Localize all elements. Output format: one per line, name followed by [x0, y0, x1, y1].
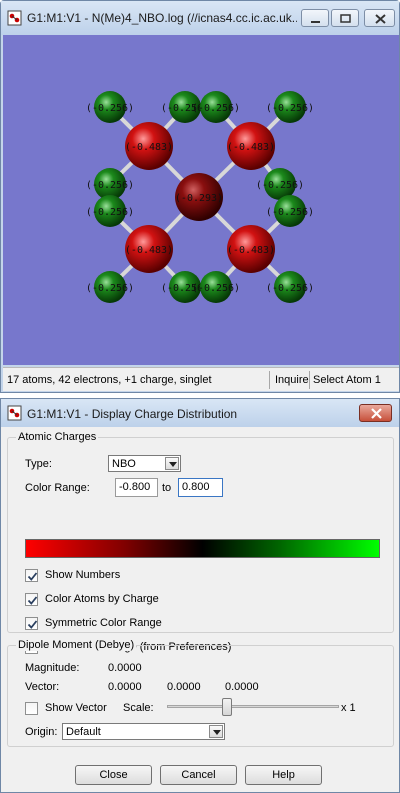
origin-label: Origin: — [25, 726, 58, 738]
color-range-gradient-bar — [25, 539, 380, 558]
checkmark-icon — [27, 596, 38, 605]
atom-charge-label: (-0.256) — [266, 103, 314, 114]
atom-c[interactable]: (-0.256) — [266, 271, 314, 303]
atom-charge-label: (-0.256) — [192, 283, 240, 294]
atom-c[interactable]: (-0.256) — [86, 195, 134, 227]
atom-c[interactable]: (-0.256) — [86, 271, 134, 303]
atom-h[interactable]: (-0.483) — [227, 225, 275, 273]
close-button[interactable]: Close — [75, 765, 152, 785]
atom-c[interactable]: (-0.256) — [192, 271, 240, 303]
charge-distribution-dialog: G1:M1:V1 - Display Charge Distribution A… — [0, 398, 400, 793]
color-range-label: Color Range: — [25, 482, 90, 494]
select-mode-indicator: Select Atom 1 — [313, 374, 381, 386]
atom-charge-label: (-0.256) — [86, 283, 134, 294]
atom-charge-label: (-0.256) — [86, 103, 134, 114]
scale-slider-track[interactable] — [167, 705, 339, 708]
atom-h[interactable]: (-0.483) — [125, 225, 173, 273]
atom-charge-label: (-0.293) — [175, 193, 223, 204]
show-numbers-label[interactable]: Show Numbers — [45, 569, 120, 581]
vector-label: Vector: — [25, 681, 60, 693]
minimize-button[interactable] — [301, 9, 329, 27]
dropdown-arrow[interactable] — [165, 457, 179, 470]
gaussview-app-icon — [7, 10, 23, 26]
vector-x-value: 0.0000 — [108, 681, 142, 693]
atom-charge-label: (-0.483) — [227, 142, 275, 153]
scale-value: x 1 — [341, 702, 356, 714]
molecule-summary: 17 atoms, 42 electrons, +1 charge, singl… — [7, 374, 212, 386]
checkmark-icon — [27, 620, 38, 629]
dialog-title: G1:M1:V1 - Display Charge Distribution — [27, 407, 238, 421]
dipole-moment-title: Dipole Moment (Debye) — [16, 639, 137, 651]
maximize-icon — [340, 14, 351, 23]
dipole-moment-group: Dipole Moment (Debye) Magnitude: 0.0000 … — [7, 639, 394, 747]
molecule-canvas[interactable]: (-0.256) (-0.256) (-0.256) (-0.256) (-0.256)… — [3, 35, 399, 365]
molecule-view[interactable]: (-0.256) (-0.256) (-0.256) (-0.256) (-0.256)… — [3, 35, 399, 365]
chevron-down-icon — [169, 462, 177, 467]
dropdown-arrow[interactable] — [209, 725, 223, 738]
show-vector-checkbox[interactable] — [25, 702, 38, 715]
show-numbers-checkbox[interactable] — [25, 569, 38, 582]
scale-label: Scale: — [123, 702, 154, 714]
symmetric-range-checkbox[interactable] — [25, 617, 38, 630]
checkmark-icon — [27, 572, 38, 581]
dialog-titlebar[interactable]: G1:M1:V1 - Display Charge Distribution — [1, 399, 399, 427]
scale-slider-thumb[interactable] — [222, 698, 233, 716]
atom-charge-label: (-0.256) — [86, 207, 134, 218]
show-vector-label[interactable]: Show Vector — [45, 702, 107, 714]
color-range-max-input[interactable]: 0.800 — [178, 478, 223, 497]
close-icon — [375, 14, 386, 24]
magnitude-value: 0.0000 — [108, 662, 142, 674]
atom-c[interactable]: (-0.256) — [266, 195, 314, 227]
gaussview-app-icon — [7, 405, 23, 421]
atom-c[interactable]: (-0.256) — [266, 91, 314, 123]
help-button[interactable]: Help — [245, 765, 322, 785]
atom-charge-label: (-0.256) — [192, 103, 240, 114]
cancel-button[interactable]: Cancel — [160, 765, 237, 785]
viewer-title: G1:M1:V1 - N(Me)4_NBO.log (//icnas4.cc.i… — [27, 11, 297, 25]
atom-h[interactable]: (-0.483) — [227, 122, 275, 170]
magnitude-label: Magnitude: — [25, 662, 80, 674]
viewer-close-button[interactable] — [364, 9, 395, 27]
chevron-down-icon — [213, 730, 221, 735]
status-bar: 17 atoms, 42 electrons, +1 charge, singl… — [3, 367, 399, 391]
maximize-button[interactable] — [331, 9, 359, 27]
atom-charge-label: (-0.256) — [256, 180, 304, 191]
charge-type-select[interactable]: NBO — [108, 455, 181, 472]
atom-charge-label: (-0.256) — [266, 207, 314, 218]
viewer-titlebar[interactable]: G1:M1:V1 - N(Me)4_NBO.log (//icnas4.cc.i… — [1, 1, 399, 35]
atomic-charges-group: Atomic Charges Type: NBO Color Range: -0… — [7, 431, 394, 654]
close-icon — [371, 408, 382, 419]
atom-c[interactable]: (-0.256) — [256, 168, 304, 200]
atom-charge-label: (-0.483) — [227, 245, 275, 256]
color-atoms-checkbox[interactable] — [25, 593, 38, 606]
atom-charge-label: (-0.483) — [125, 245, 173, 256]
origin-select[interactable]: Default — [62, 723, 225, 740]
origin-value: Default — [66, 726, 101, 738]
color-atoms-label[interactable]: Color Atoms by Charge — [45, 593, 159, 605]
charge-type-value: NBO — [112, 458, 136, 470]
range-to-label: to — [162, 482, 172, 494]
symmetric-range-label[interactable]: Symmetric Color Range — [45, 617, 162, 629]
viewer-window: G1:M1:V1 - N(Me)4_NBO.log (//icnas4.cc.i… — [0, 0, 400, 393]
atom-c[interactable]: (-0.256) — [86, 91, 134, 123]
minimize-icon — [311, 21, 320, 23]
atom-charge-label: (-0.483) — [125, 142, 173, 153]
vector-z-value: 0.0000 — [225, 681, 259, 693]
status-divider — [269, 371, 270, 389]
atom-h[interactable]: (-0.483) — [125, 122, 173, 170]
vector-y-value: 0.0000 — [167, 681, 201, 693]
inquire-indicator: Inquire — [275, 374, 309, 386]
atom-c[interactable]: (-0.256) — [192, 91, 240, 123]
color-range-min-input[interactable]: -0.800 — [115, 478, 158, 497]
atom-charge-label: (-0.256) — [86, 180, 134, 191]
dialog-close-x-button[interactable] — [359, 404, 392, 422]
atom-charge-label: (-0.256) — [266, 283, 314, 294]
status-divider — [309, 371, 310, 389]
atom-n[interactable]: (-0.293) — [175, 173, 223, 221]
type-label: Type: — [25, 458, 52, 470]
atomic-charges-title: Atomic Charges — [16, 431, 99, 443]
